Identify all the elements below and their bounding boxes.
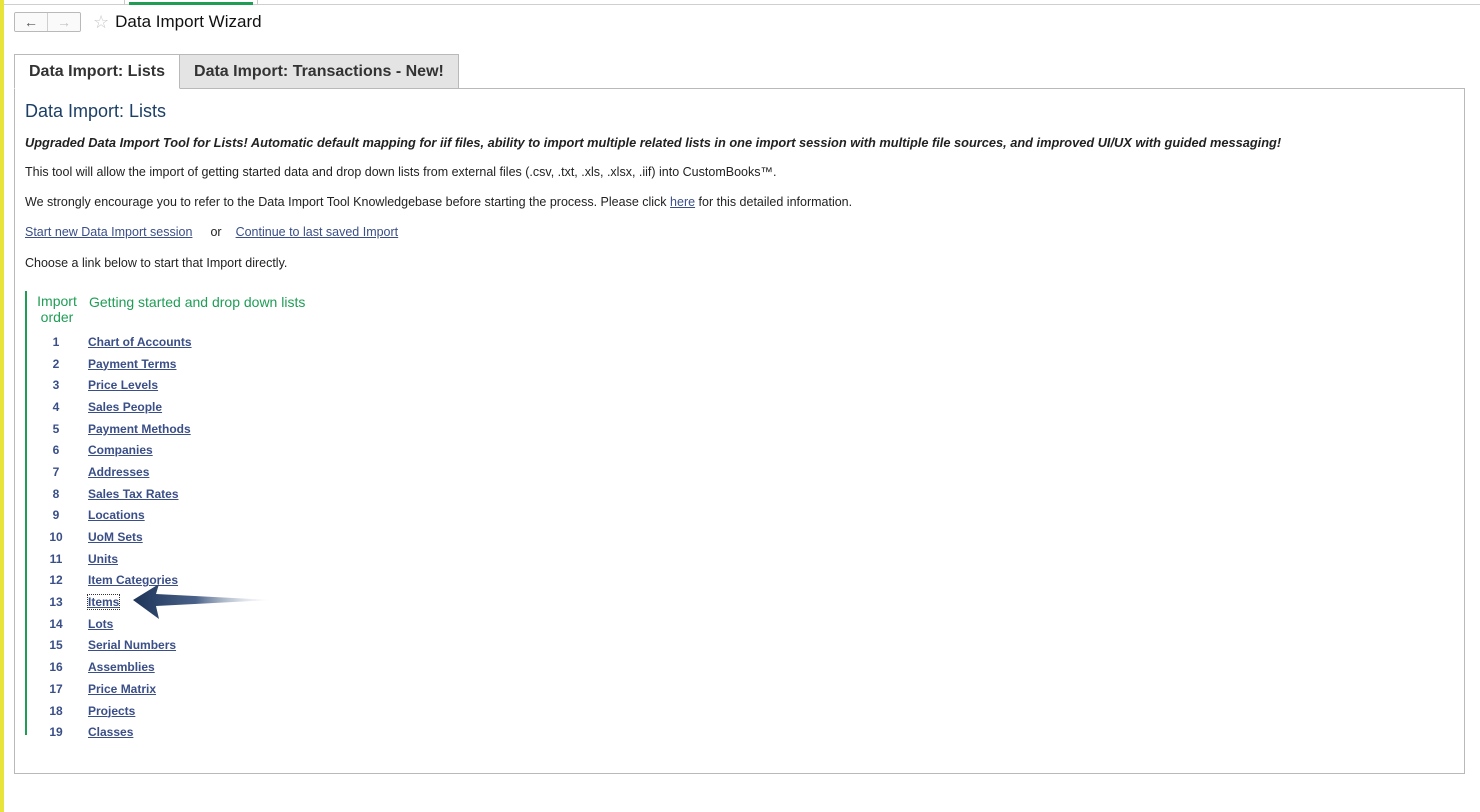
import-order-number: 4 <box>52 399 60 414</box>
knowledgebase-text-post: for this detailed information. <box>695 195 853 209</box>
pointer-arrow-icon <box>133 584 273 619</box>
import-order-number: 15 <box>49 638 63 653</box>
import-list-row: 9 Locations <box>27 505 192 527</box>
import-list-link[interactable]: Addresses <box>88 465 149 479</box>
tab-data-import-transactions[interactable]: Data Import: Transactions - New! <box>180 54 459 89</box>
import-order-number: 18 <box>49 703 63 718</box>
import-order-number: 19 <box>49 725 63 740</box>
import-list-row: 19 Classes <box>27 721 192 743</box>
import-list-link[interactable]: Sales People <box>88 400 162 414</box>
import-list-row: 4 Sales People <box>27 396 192 418</box>
import-order-number: 8 <box>52 486 60 501</box>
intro-text: This tool will allow the import of getti… <box>25 165 777 179</box>
import-order-number: 14 <box>49 616 63 631</box>
content-panel: Data Import: Lists Upgraded Data Import … <box>14 88 1465 774</box>
import-list-link[interactable]: Price Levels <box>88 378 158 392</box>
choose-text: Choose a link below to start that Import… <box>25 256 288 270</box>
forward-arrow-icon[interactable]: → <box>47 13 80 31</box>
import-list-link[interactable]: Payment Terms <box>88 357 176 371</box>
import-list-link[interactable]: Units <box>88 552 118 566</box>
import-list-row: 17 Price Matrix <box>27 678 192 700</box>
import-list-row: 3 Price Levels <box>27 374 192 396</box>
lists-title-header: Getting started and drop down lists <box>89 294 306 310</box>
history-nav-group: ← → <box>14 12 81 32</box>
import-list-link[interactable]: Lots <box>88 617 113 631</box>
start-new-session-link[interactable]: Start new Data Import session <box>25 225 192 239</box>
left-edge-bar <box>0 0 4 812</box>
knowledgebase-text-pre: We strongly encourage you to refer to th… <box>25 195 671 209</box>
top-active-tab-stub[interactable] <box>124 0 258 5</box>
import-order-number: 10 <box>49 530 63 545</box>
import-order-number: 2 <box>52 356 60 371</box>
page: ← → ☆ Data Import Wizard Data Import: Li… <box>0 0 1480 812</box>
import-list-row: 10 UoM Sets <box>27 526 192 548</box>
import-order-number: 1 <box>52 334 60 349</box>
import-list-link[interactable]: Assemblies <box>88 660 155 674</box>
import-list-row: 6 Companies <box>27 439 192 461</box>
import-list-link[interactable]: Serial Numbers <box>88 638 176 652</box>
import-list-row: 2 Payment Terms <box>27 353 192 375</box>
knowledgebase-text: We strongly encourage you to refer to th… <box>25 195 852 209</box>
import-list-row: 1 Chart of Accounts <box>27 331 192 353</box>
import-list-row: 18 Projects <box>27 700 192 722</box>
import-list-row: 7 Addresses <box>27 461 192 483</box>
import-list-row: 8 Sales Tax Rates <box>27 483 192 505</box>
import-order-number: 13 <box>49 595 63 610</box>
import-list-link[interactable]: Companies <box>88 443 153 457</box>
session-links: Start new Data Import session or Continue … <box>25 225 398 239</box>
import-list-row: 5 Payment Methods <box>27 418 192 440</box>
import-list-link[interactable]: Classes <box>88 725 133 739</box>
continue-saved-import-link[interactable]: Continue to last saved Import <box>236 225 399 239</box>
import-list-link[interactable]: Payment Methods <box>88 422 191 436</box>
import-list-row: 15 Serial Numbers <box>27 635 192 657</box>
tab-bar: Data Import: Lists Data Import: Transact… <box>14 54 459 89</box>
knowledgebase-here-link[interactable]: here <box>670 195 695 209</box>
import-list-link[interactable]: Locations <box>88 508 145 522</box>
or-separator: or <box>210 225 222 239</box>
panel-heading: Data Import: Lists <box>25 101 167 121</box>
import-list: Import order Getting started and drop do… <box>25 291 327 739</box>
import-list-link[interactable]: Chart of Accounts <box>88 335 192 349</box>
active-tab-indicator <box>129 2 253 5</box>
page-title: Data Import Wizard <box>115 12 262 31</box>
import-list-link[interactable]: Sales Tax Rates <box>88 487 179 501</box>
import-list-rows: 1 Chart of Accounts 2 Payment Terms 3 Price L… <box>27 331 192 743</box>
favorite-star-icon[interactable]: ☆ <box>93 13 109 31</box>
import-list-link[interactable]: Price Matrix <box>88 682 156 696</box>
tab-data-import-lists[interactable]: Data Import: Lists <box>14 54 181 89</box>
header-nav: ← → ☆ Data Import Wizard <box>14 12 262 32</box>
upgrade-note: Upgraded Data Import Tool for Lists! Aut… <box>25 135 1282 150</box>
import-order-number: 3 <box>52 378 60 393</box>
import-order-number: 17 <box>49 681 63 696</box>
import-order-number: 12 <box>49 573 63 588</box>
import-order-number: 16 <box>49 660 63 675</box>
import-list-link[interactable]: Projects <box>88 704 135 718</box>
import-list-link[interactable]: UoM Sets <box>88 530 143 544</box>
import-order-number: 6 <box>52 443 60 458</box>
import-order-number: 7 <box>52 464 60 479</box>
back-arrow-icon[interactable]: ← <box>15 13 47 31</box>
import-order-number: 11 <box>49 551 63 566</box>
import-order-header: Import order <box>37 293 77 325</box>
import-list-row: 11 Units <box>27 548 192 570</box>
import-list-row: 16 Assemblies <box>27 656 192 678</box>
import-order-number: 5 <box>52 421 60 436</box>
import-order-number: 9 <box>52 508 60 523</box>
import-list-link[interactable]: Items <box>86 594 121 611</box>
